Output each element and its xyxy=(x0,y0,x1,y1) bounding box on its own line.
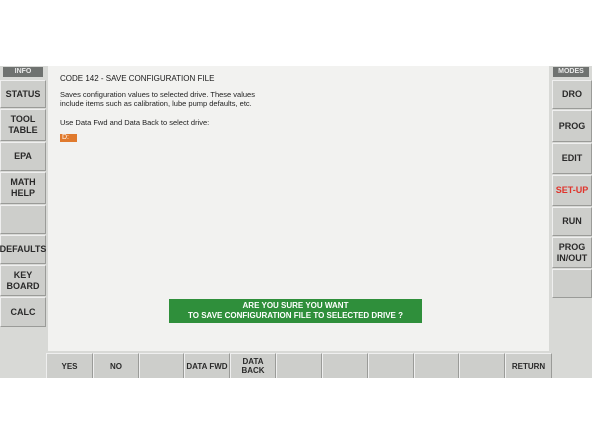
blank-softkey-6[interactable] xyxy=(459,353,505,378)
modes-panel: MODES DRO PROG EDIT SET-UP RUN PROG IN/O… xyxy=(551,66,592,378)
mode-run-button[interactable]: RUN xyxy=(552,207,592,236)
tool-table-button[interactable]: TOOL TABLE xyxy=(0,109,46,141)
modes-header: MODES xyxy=(553,67,589,77)
info-header: INFO xyxy=(3,67,43,77)
blank-softkey-1[interactable] xyxy=(139,353,184,378)
yes-button[interactable]: YES xyxy=(46,353,93,378)
data-fwd-button[interactable]: DATA FWD xyxy=(184,353,230,378)
keyboard-button[interactable]: KEY BOARD xyxy=(0,265,46,296)
status-button[interactable]: STATUS xyxy=(0,80,46,108)
confirm-line-2: TO SAVE CONFIGURATION FILE TO SELECTED D… xyxy=(188,311,403,320)
blank-left-button[interactable] xyxy=(0,205,46,234)
defaults-button[interactable]: DEFAULTS xyxy=(0,235,46,264)
epa-button[interactable]: EPA xyxy=(0,142,46,171)
mode-dro-button[interactable]: DRO xyxy=(552,80,592,109)
mode-prog-button[interactable]: PROG xyxy=(552,110,592,142)
data-back-button[interactable]: DATA BACK xyxy=(230,353,276,378)
calc-button[interactable]: CALC xyxy=(0,297,46,327)
blank-softkey-2[interactable] xyxy=(276,353,322,378)
left-function-panel: INFO STATUS TOOL TABLE EPA MATH HELP DEF… xyxy=(0,66,47,378)
message-area: CODE 142 - SAVE CONFIGURATION FILE Saves… xyxy=(48,66,549,351)
blank-mode-button[interactable] xyxy=(552,269,592,298)
mode-setup-button[interactable]: SET-UP xyxy=(552,175,592,206)
page-title: CODE 142 - SAVE CONFIGURATION FILE xyxy=(60,74,215,83)
code-description: Saves configuration values to selected d… xyxy=(60,90,255,108)
confirm-prompt: ARE YOU SURE YOU WANT TO SAVE CONFIGURAT… xyxy=(169,299,422,323)
no-button[interactable]: NO xyxy=(93,353,139,378)
softkey-bar: YES NO DATA FWD DATA BACK RETURN xyxy=(46,353,552,378)
mode-edit-button[interactable]: EDIT xyxy=(552,143,592,174)
math-help-button[interactable]: MATH HELP xyxy=(0,172,46,204)
blank-softkey-5[interactable] xyxy=(414,353,459,378)
selected-drive-field[interactable]: D: xyxy=(60,134,77,142)
blank-softkey-3[interactable] xyxy=(322,353,368,378)
confirm-line-1: ARE YOU SURE YOU WANT xyxy=(242,301,349,310)
drive-instruction: Use Data Fwd and Data Back to select dri… xyxy=(60,118,210,127)
mode-prog-in-out-button[interactable]: PROG IN/OUT xyxy=(552,237,592,268)
return-button[interactable]: RETURN xyxy=(505,353,552,378)
control-screen: INFO STATUS TOOL TABLE EPA MATH HELP DEF… xyxy=(0,66,592,378)
blank-softkey-4[interactable] xyxy=(368,353,414,378)
